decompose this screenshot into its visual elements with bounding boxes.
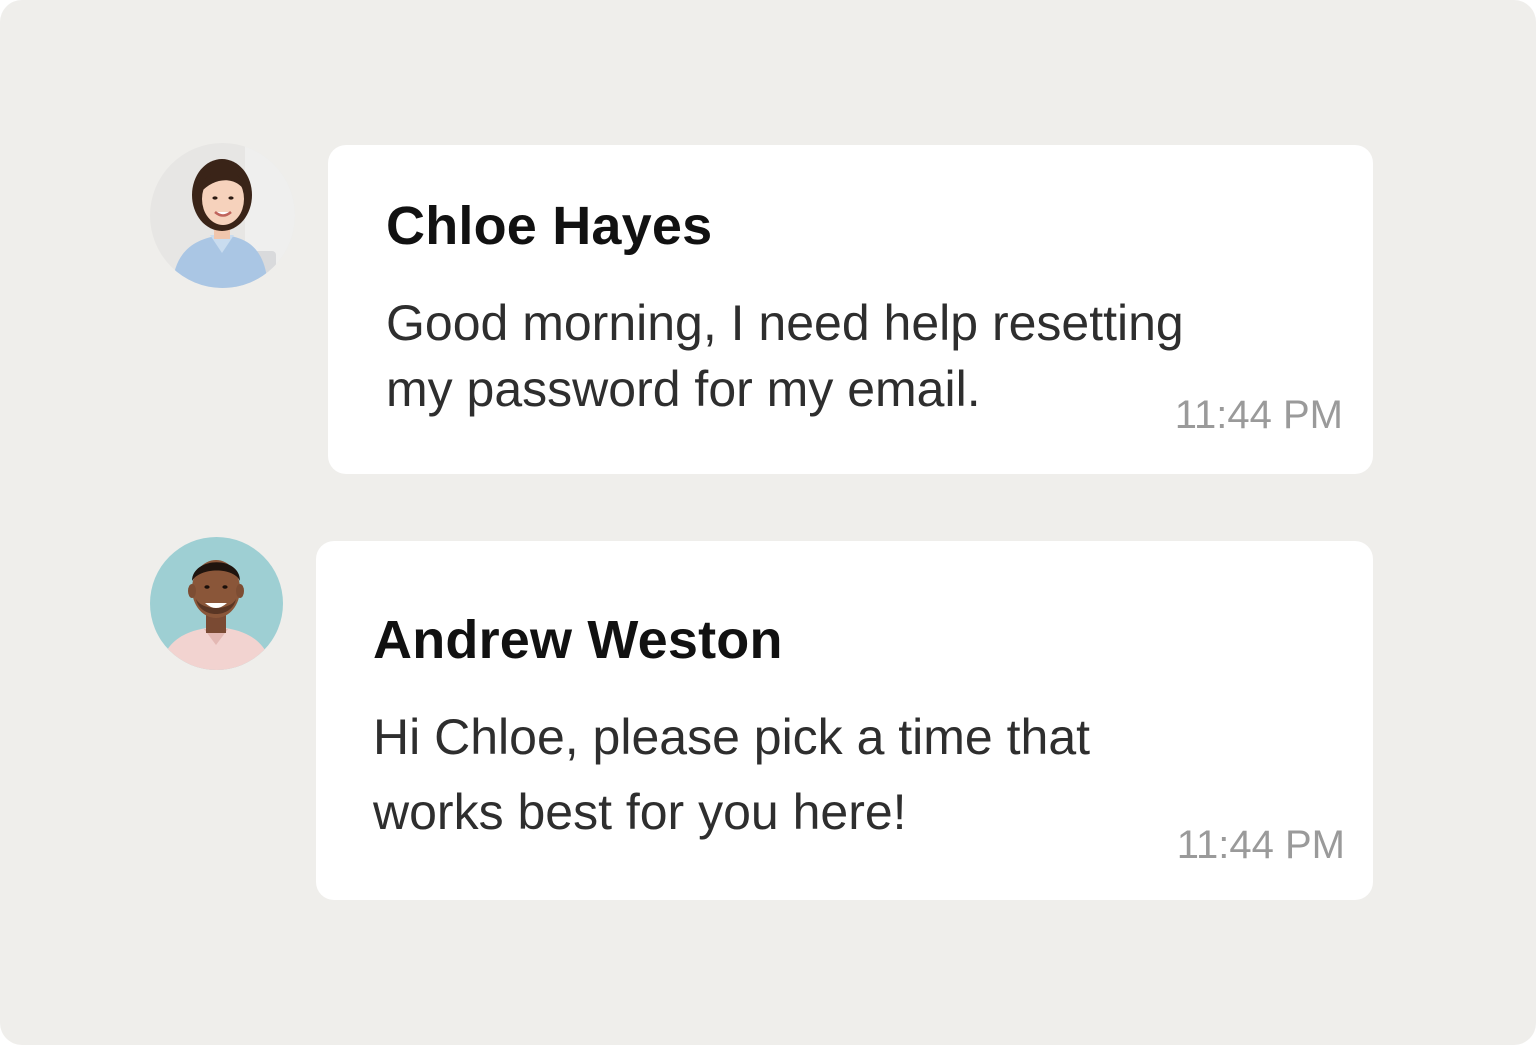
message-timestamp: 11:44 PM (1176, 823, 1345, 867)
message-text: Hi Chloe, please pick a time that works … (373, 709, 1091, 840)
sender-name: Chloe Hayes (386, 196, 713, 256)
message-bubble[interactable]: Chloe Hayes Good morning, I need help re… (328, 145, 1373, 474)
message-bubble[interactable]: Andrew Weston Hi Chloe, please pick a ti… (316, 541, 1373, 900)
woman-avatar-icon (150, 143, 295, 288)
message-timestamp: 11:44 PM (1174, 393, 1343, 437)
sender-name: Andrew Weston (373, 610, 783, 670)
chat-thread: Chloe Hayes Good morning, I need help re… (0, 0, 1536, 1045)
avatar-chloe[interactable] (150, 143, 295, 288)
avatar-andrew[interactable] (150, 537, 283, 670)
man-avatar-icon (150, 537, 283, 670)
